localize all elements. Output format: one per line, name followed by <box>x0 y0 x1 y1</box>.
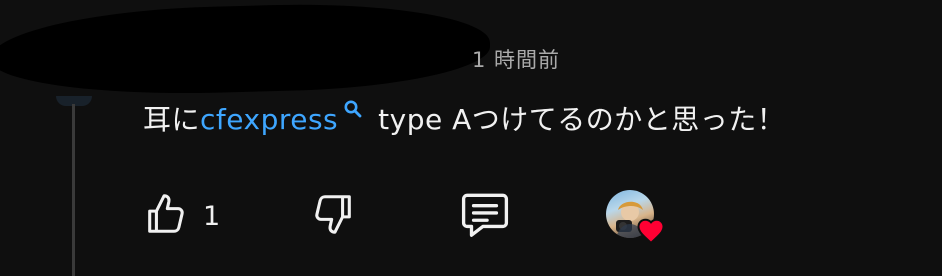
creator-heart[interactable] <box>606 190 668 246</box>
search-icon[interactable] <box>340 96 368 120</box>
comment-action-bar: 1 <box>0 186 942 246</box>
comment-text-prefix: 耳に <box>143 103 201 136</box>
comment-text: 耳にcfexpress type Aつけてるのかと思った！ <box>143 98 785 138</box>
thumbs-up-icon <box>143 191 189 241</box>
heart-icon <box>636 216 666 246</box>
thumbs-down-icon <box>310 191 356 241</box>
dislike-button[interactable] <box>310 192 356 240</box>
comment-timestamp[interactable]: 1 時間前 <box>472 44 560 74</box>
comment-text-suffix: type Aつけてるのかと思った！ <box>378 103 786 136</box>
reply-button[interactable] <box>458 192 512 240</box>
comment-icon <box>458 189 512 243</box>
search-link[interactable]: cfexpress <box>200 103 338 136</box>
redacted-author-area <box>0 0 492 99</box>
like-button[interactable]: 1 <box>143 192 220 240</box>
like-count: 1 <box>203 200 221 232</box>
